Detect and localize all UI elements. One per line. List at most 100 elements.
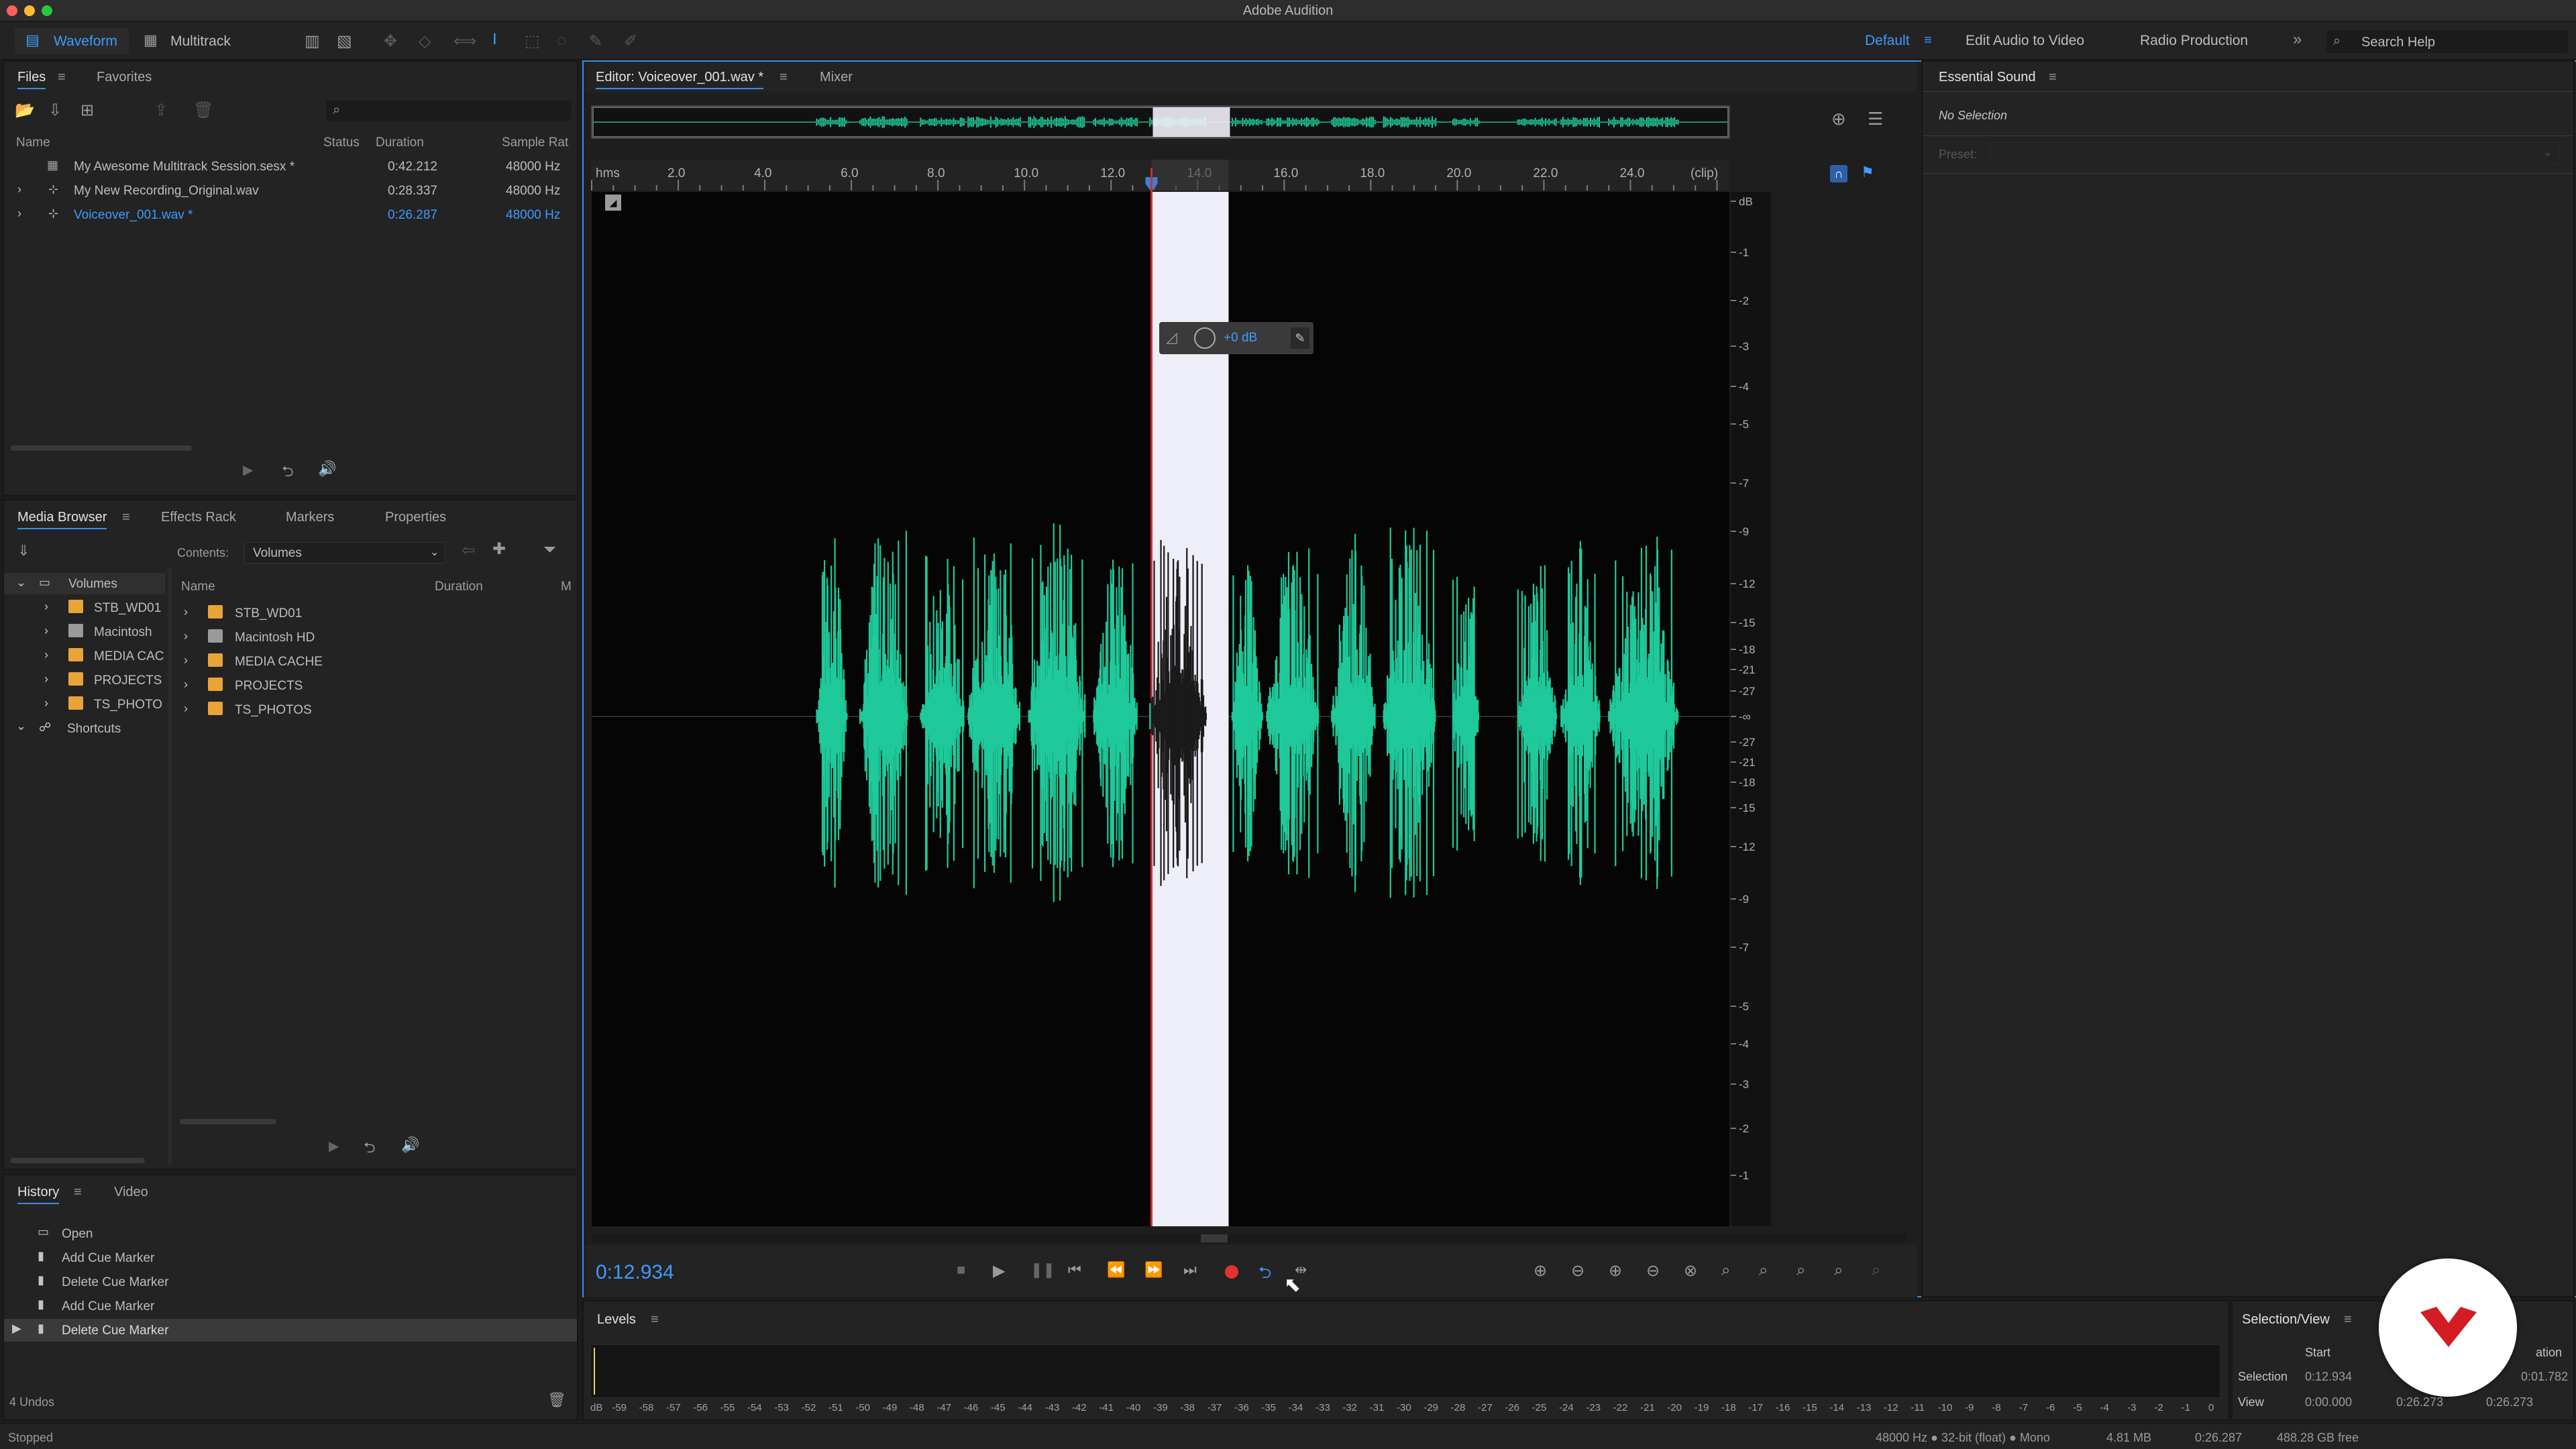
tab-editor[interactable]: Editor: Voiceover_001.wav * [596, 70, 764, 89]
loop-preview-icon[interactable]: ⮌ [282, 460, 294, 486]
auto-play-icon[interactable]: 🔊 [401, 1136, 419, 1154]
ruler-selection[interactable] [1151, 160, 1229, 191]
search-help-field[interactable]: ⌕ Search Help [2326, 30, 2568, 53]
workspace-menu-icon[interactable]: ≡ [1924, 33, 1932, 48]
file-row-selected[interactable]: › ⊹ Voiceover_001.wav * 0:26.287 48000 H… [4, 204, 577, 227]
volume-hud[interactable]: ◿ +0 dB ✎ [1159, 322, 1313, 354]
zoom-out-full-icon[interactable]: ⊗ [1684, 1261, 1697, 1281]
stop-icon[interactable]: ■ [957, 1261, 965, 1279]
history-item[interactable]: ▮ Add Cue Marker [4, 1295, 577, 1318]
lasso-tool-icon[interactable]: ◌ [557, 32, 566, 50]
move-tool-icon[interactable]: ✥ [384, 32, 397, 51]
zoom-in-point-icon[interactable]: ⌕ [1759, 1261, 1768, 1280]
list-item[interactable]: › TS_PHOTOS [176, 699, 572, 720]
tree-item[interactable]: › PROJECTS [4, 669, 165, 691]
tree-item-volumes[interactable]: ⌄ ▭ Volumes [4, 573, 165, 594]
files-scrollbar[interactable] [11, 445, 192, 451]
selection-duration[interactable]: 0:01.782 [2521, 1370, 2568, 1384]
essential-sound-menu-icon[interactable]: ≡ [2049, 70, 2057, 85]
volume-db-value[interactable]: +0 dB [1224, 331, 1257, 345]
expand-chevron-icon[interactable]: › [17, 207, 21, 221]
list-item[interactable]: › STB_WD01 [176, 602, 572, 624]
tree-item[interactable]: › Macintosh [4, 621, 165, 643]
col-duration[interactable]: Duration [376, 136, 424, 150]
zoom-reset-icon[interactable]: ⌕ [1872, 1261, 1880, 1280]
col-name[interactable]: Name [16, 136, 50, 150]
list-item[interactable]: › PROJECTS [176, 675, 572, 696]
tab-favorites[interactable]: Favorites [97, 70, 152, 85]
view-start[interactable]: 0:00.000 [2305, 1395, 2352, 1409]
history-item-current[interactable]: ▶ ▮ Delete Cue Marker [4, 1319, 577, 1342]
trash-icon[interactable]: 🗑 [547, 1391, 566, 1409]
levels-menu-icon[interactable]: ≡ [651, 1312, 659, 1328]
expand-chevron-icon[interactable]: › [17, 182, 21, 197]
tab-files[interactable]: Files [17, 70, 46, 89]
delete-file-icon[interactable]: 🗑 [193, 101, 213, 120]
pin-hud-icon[interactable]: ✎ [1291, 327, 1309, 349]
tab-media-browser[interactable]: Media Browser [17, 510, 107, 529]
media-menu-icon[interactable]: ≡ [122, 510, 130, 525]
play-icon[interactable]: ▶ [993, 1261, 1005, 1281]
workspace-default[interactable]: Default [1865, 22, 1910, 60]
col-sample-rate[interactable]: Sample Rat [502, 136, 568, 150]
more-workspaces-icon[interactable]: » [2293, 30, 2302, 49]
tree-scrollbar[interactable] [11, 1158, 145, 1163]
multitrack-view-button[interactable]: ▦ Multitrack [138, 28, 252, 54]
tree-splitter[interactable] [168, 568, 172, 1165]
tree-item[interactable]: › MEDIA CAC [4, 645, 165, 667]
history-menu-icon[interactable]: ≡ [74, 1185, 82, 1200]
spectral-frequency-icon[interactable]: ▥ [305, 32, 320, 51]
back-icon[interactable]: ⇦ [462, 541, 475, 560]
ruler-snap-icon[interactable]: ∩ [1830, 165, 1847, 182]
tab-mixer[interactable]: Mixer [820, 70, 853, 85]
file-row[interactable]: › ⊹ My New Recording_Original.wav 0:28.3… [4, 180, 577, 203]
tree-item-shortcuts[interactable]: ⌄ ☍ Shortcuts [4, 718, 165, 739]
list-item[interactable]: › MEDIA CACHE [176, 651, 572, 672]
view-end[interactable]: 0:26.273 [2396, 1395, 2443, 1409]
brush-tool-icon[interactable]: ✎ [589, 32, 602, 51]
tab-markers[interactable]: Markers [286, 510, 334, 525]
zoom-out-point-icon[interactable]: ⌕ [1796, 1261, 1805, 1280]
contents-dropdown[interactable]: Volumes ⌄ [244, 542, 445, 564]
loop-playback-icon[interactable]: ⮌ [1258, 1261, 1271, 1289]
fade-handle-icon[interactable]: ◢ [605, 195, 621, 211]
filter-icon[interactable]: ⏷ [543, 541, 556, 559]
editor-menu-icon[interactable]: ≡ [780, 70, 788, 85]
import-icon[interactable]: ⇓ [17, 542, 30, 559]
razor-tool-icon[interactable]: ◇ [419, 32, 431, 51]
record-icon[interactable] [1225, 1265, 1238, 1279]
tab-properties[interactable]: Properties [385, 510, 446, 525]
waveform-view-button[interactable]: ▤ Waveform [15, 28, 129, 54]
zoom-navigator-icon[interactable]: ⊕ [1831, 109, 1846, 129]
files-search-field[interactable]: ⌕ [326, 101, 572, 121]
col-status[interactable]: Status [323, 136, 360, 150]
add-shortcut-icon[interactable]: ✚ [492, 539, 506, 559]
tab-history[interactable]: History [17, 1185, 60, 1204]
view-duration[interactable]: 0:26.273 [2486, 1395, 2533, 1409]
history-item[interactable]: ▭ Open [4, 1222, 577, 1245]
slip-tool-icon[interactable]: ⟺ [453, 32, 476, 51]
open-file-icon[interactable]: 📂 [15, 101, 35, 120]
spectral-pitch-icon[interactable]: ▧ [337, 32, 352, 51]
auto-play-icon[interactable]: 🔊 [318, 460, 336, 478]
files-menu-icon[interactable]: ≡ [58, 70, 66, 85]
tree-item[interactable]: › TS_PHOTO [4, 694, 165, 715]
level-meter[interactable] [590, 1344, 2220, 1398]
play-preview-icon[interactable]: ▶ [329, 1138, 339, 1155]
spot-healing-tool-icon[interactable]: ✐ [624, 32, 637, 51]
tab-effects-rack[interactable]: Effects Rack [161, 510, 236, 525]
skip-to-start-icon[interactable]: ⏮ [1068, 1261, 1081, 1279]
file-row[interactable]: ▦ My Awesome Multitrack Session.sesx * 0… [4, 156, 577, 178]
overview-settings-icon[interactable]: ☰ [1868, 109, 1883, 129]
selection-start[interactable]: 0:12.934 [2305, 1370, 2352, 1384]
list-item[interactable]: › Macintosh HD [176, 627, 572, 648]
history-item[interactable]: ▮ Delete Cue Marker [4, 1271, 577, 1293]
current-time-display[interactable]: 0:12.934 [596, 1261, 674, 1284]
col-duration[interactable]: Duration [435, 580, 483, 594]
tree-item[interactable]: › STB_WD01 [4, 597, 165, 619]
zoom-out-time-icon[interactable]: ⊖ [1646, 1261, 1660, 1281]
tab-video[interactable]: Video [114, 1185, 148, 1200]
editor-canvas[interactable]: hms2.04.06.08.010.012.014.016.018.020.02… [584, 94, 1917, 1297]
import-file-icon[interactable]: ⇩ [48, 101, 62, 120]
zoom-in-amplitude-icon[interactable]: ⊕ [1534, 1261, 1547, 1281]
